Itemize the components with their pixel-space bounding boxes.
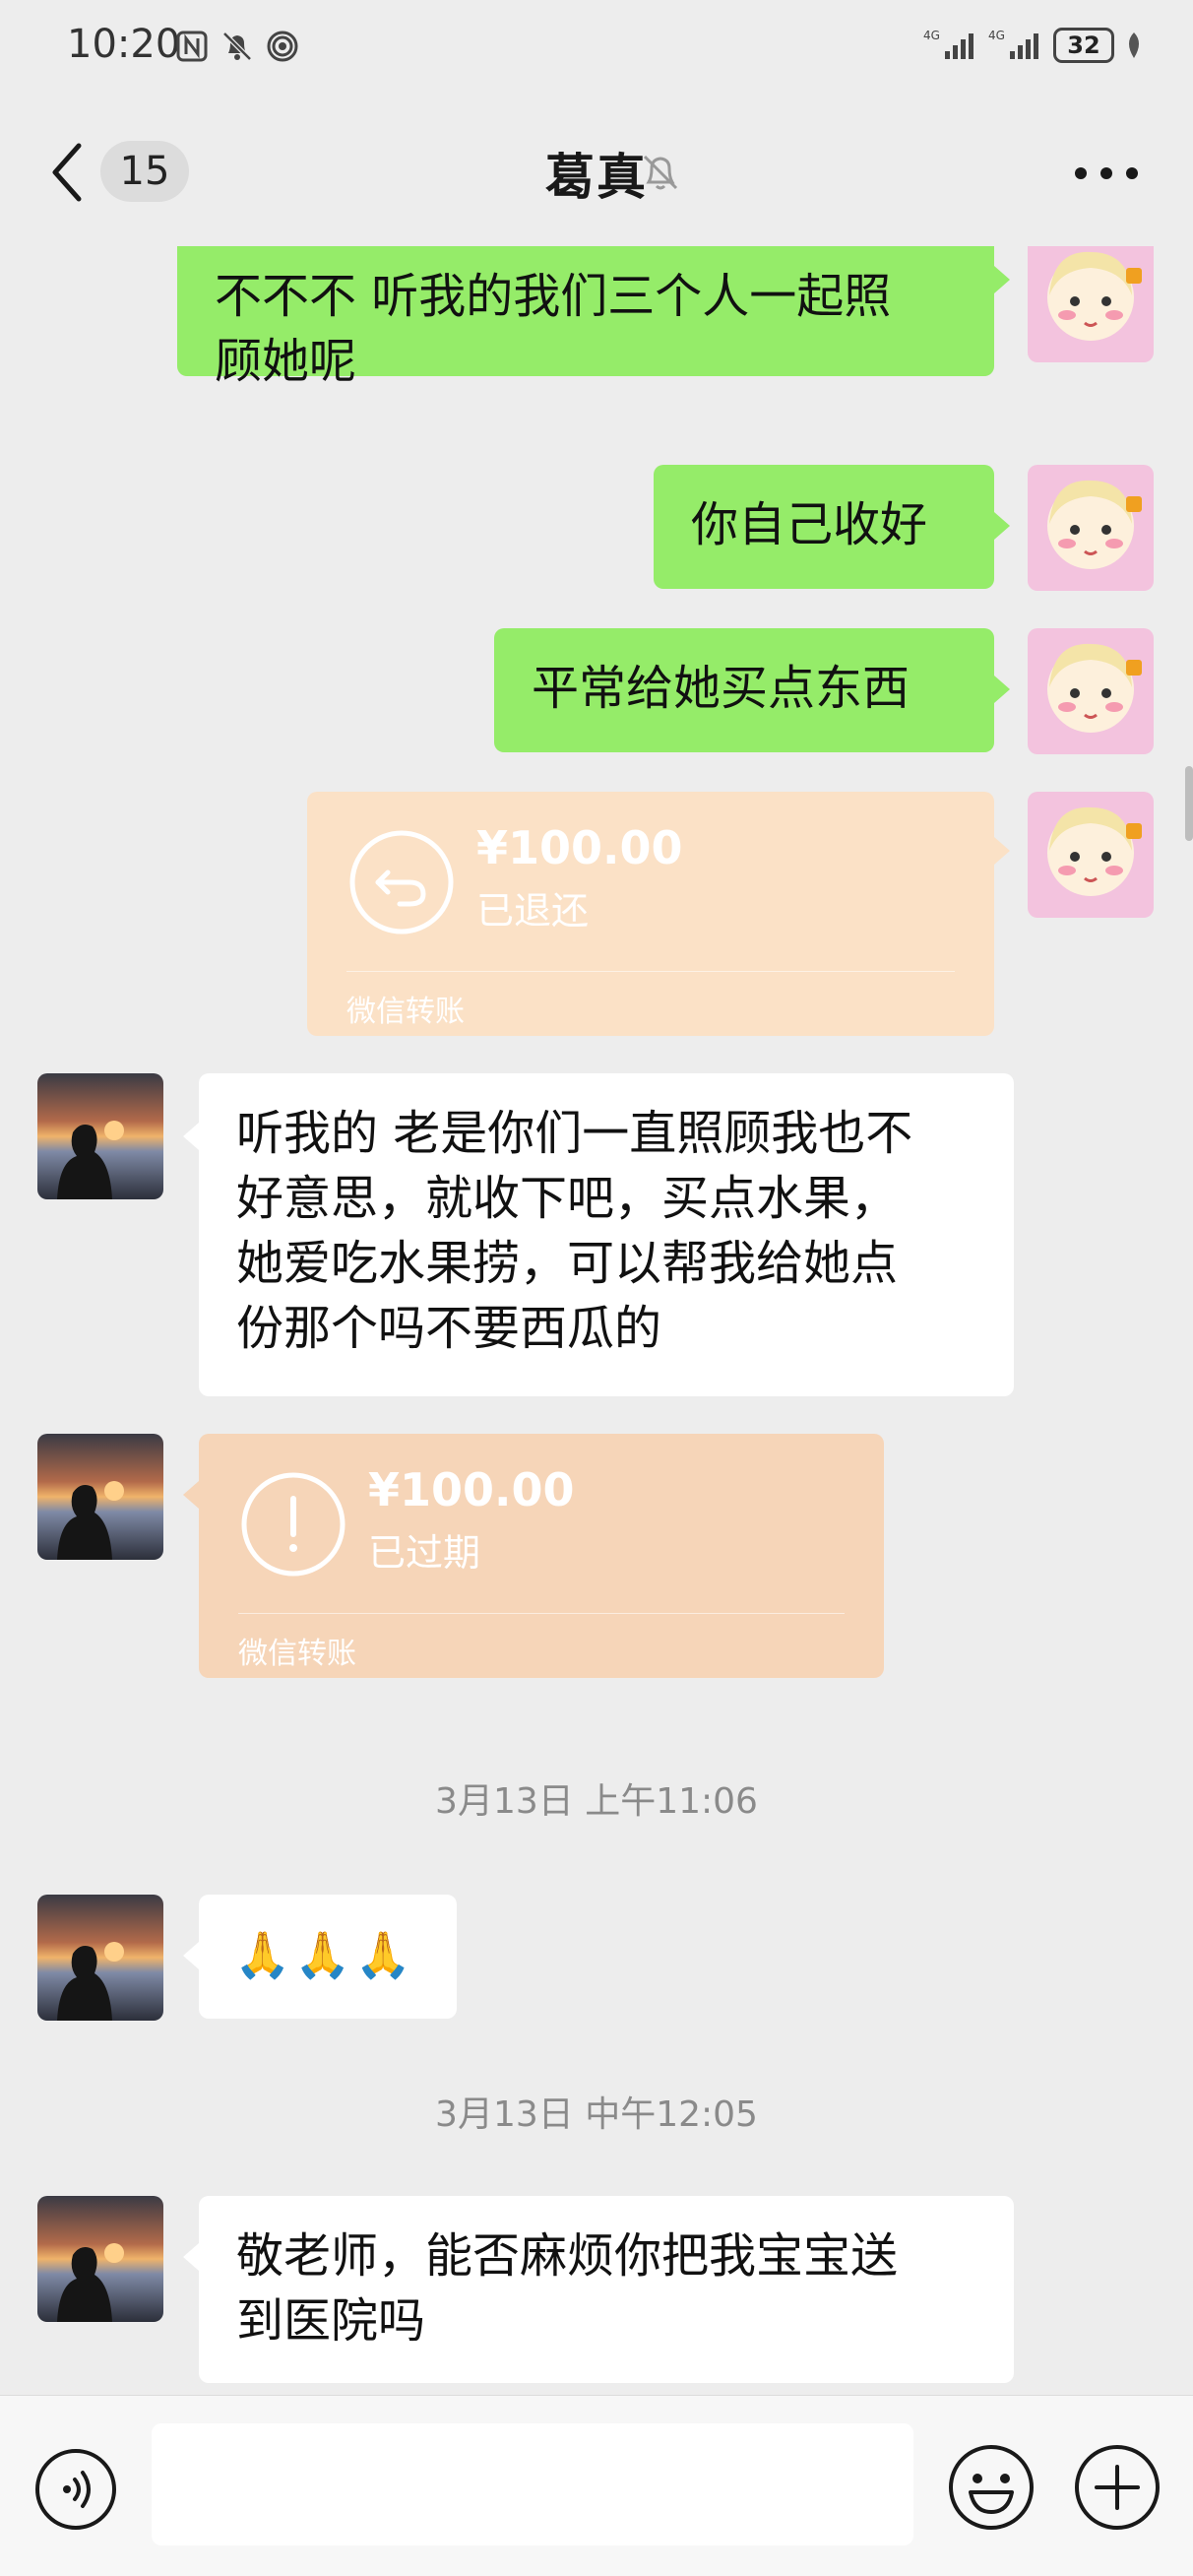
input-bar [0,2395,1193,2576]
my-avatar[interactable] [1028,792,1154,918]
transfer-divider [238,1613,845,1614]
message-line: 份那个吗不要西瓜的 [236,1301,662,1356]
chat-message-list[interactable]: 不不不 听我的我们三个人一起照 顾她呢 你自己收好 平常给她买点东西 ¥100.… [0,246,1193,2393]
message-bubble[interactable]: 听我的 老是你们一直照顾我也不 好意思，就收下吧，买点水果， 她爱吃水果捞，可以… [199,1073,1014,1396]
chat-header: 15 葛真 [0,98,1193,246]
bubble-tail [994,266,1010,293]
bell-off-icon [643,155,678,190]
message-line: 听我的 老是你们一直照顾我也不 [236,1106,913,1161]
plus-icon[interactable] [1073,2443,1162,2532]
my-avatar[interactable] [1028,465,1154,591]
bubble-tail [994,676,1010,703]
contact-avatar[interactable] [37,1073,163,1199]
bubble-tail [183,1123,199,1150]
transfer-label: 微信转账 [238,1637,356,1671]
more-options-button[interactable] [1075,167,1138,181]
message-input[interactable] [152,2423,913,2545]
transfer-amount: ¥100.00 [368,1463,575,1516]
message-bubble[interactable]: 🙏🙏🙏 [199,1895,457,2019]
message-line: 顾她呢 [215,334,357,389]
transfer-status: 已退还 [476,889,590,933]
transfer-label: 微信转账 [346,995,465,1029]
chat-timestamp: 3月13日 上午11:06 [435,1781,758,1822]
scrollbar[interactable] [1185,766,1193,841]
contact-avatar[interactable] [37,1434,163,1560]
avatar-image [57,1481,124,1560]
voice-icon[interactable] [33,2447,118,2532]
avatar-image [57,2243,124,2322]
message-bubble[interactable]: 平常给她买点东西 [494,628,994,752]
status-bar: 10:20 4G 4G 32 [0,0,1193,98]
message-bubble[interactable]: 不不不 听我的我们三个人一起照 顾她呢 [177,246,994,389]
message-bubble[interactable]: 你自己收好 [654,465,994,589]
transfer-status: 已过期 [368,1531,481,1575]
status-left-icons [175,30,299,63]
avatar-image [1047,480,1142,569]
message-bubble[interactable]: 敬老师，能否麻烦你把我宝宝送 到医院吗 [199,2196,1014,2383]
more-dot [1075,167,1087,179]
message-line: 敬老师，能否麻烦你把我宝宝送 [236,2228,899,2284]
avatar-image [1047,251,1142,341]
bubble-tail [994,512,1010,540]
battery-indicator: 32 [1053,28,1114,63]
message-line: 你自己收好 [691,497,928,552]
bell-off-status-icon [222,32,252,61]
message-line: 她爱吃水果捞，可以帮我给她点 [236,1236,899,1291]
transfer-divider [346,971,955,972]
chat-timestamp: 3月13日 中午12:05 [435,2094,758,2135]
contact-avatar[interactable] [37,2196,163,2322]
status-right: 4G 4G 32 [923,28,1144,63]
transfer-amount: ¥100.00 [476,821,683,874]
status-time: 10:20 [67,22,181,67]
message-line: 平常给她买点东西 [532,661,910,716]
contact-avatar[interactable] [37,1895,163,2021]
more-dot [1126,167,1138,179]
more-dot [1100,167,1112,179]
chat-title: 葛真 [545,149,648,206]
return-arrow-icon [349,830,454,934]
bubble-tail [183,1481,199,1509]
exclamation-icon [241,1472,345,1577]
bubble-tail [994,837,1010,865]
my-avatar[interactable] [1028,628,1154,754]
hotspot-icon [267,31,298,62]
transfer-card[interactable]: ¥100.00 已退还 微信转账 [307,792,994,1036]
avatar-image [57,1942,124,2021]
signal-icon: 4G [923,29,973,59]
emoji-line: 🙏🙏🙏 [234,1928,415,1981]
message-line: 好意思，就收下吧，买点水果， [236,1171,899,1226]
avatar-image [57,1121,124,1199]
avatar-image [1047,806,1142,896]
bubble-tail [183,1942,199,1969]
my-avatar[interactable] [1028,246,1154,362]
svg-text:4G: 4G [988,29,1005,42]
emoji-icon[interactable] [947,2443,1036,2532]
avatar-image [1047,643,1142,733]
bubble-tail [183,2243,199,2271]
nfc-icon [176,31,208,62]
svg-text:4G: 4G [923,29,940,42]
signal2-icon: 4G [988,29,1038,59]
message-line: 不不不 听我的我们三个人一起照 [215,269,892,324]
leaf-icon [1129,32,1139,58]
transfer-card[interactable]: ¥100.00 已过期 微信转账 [199,1434,884,1678]
message-line: 到医院吗 [236,2293,426,2349]
